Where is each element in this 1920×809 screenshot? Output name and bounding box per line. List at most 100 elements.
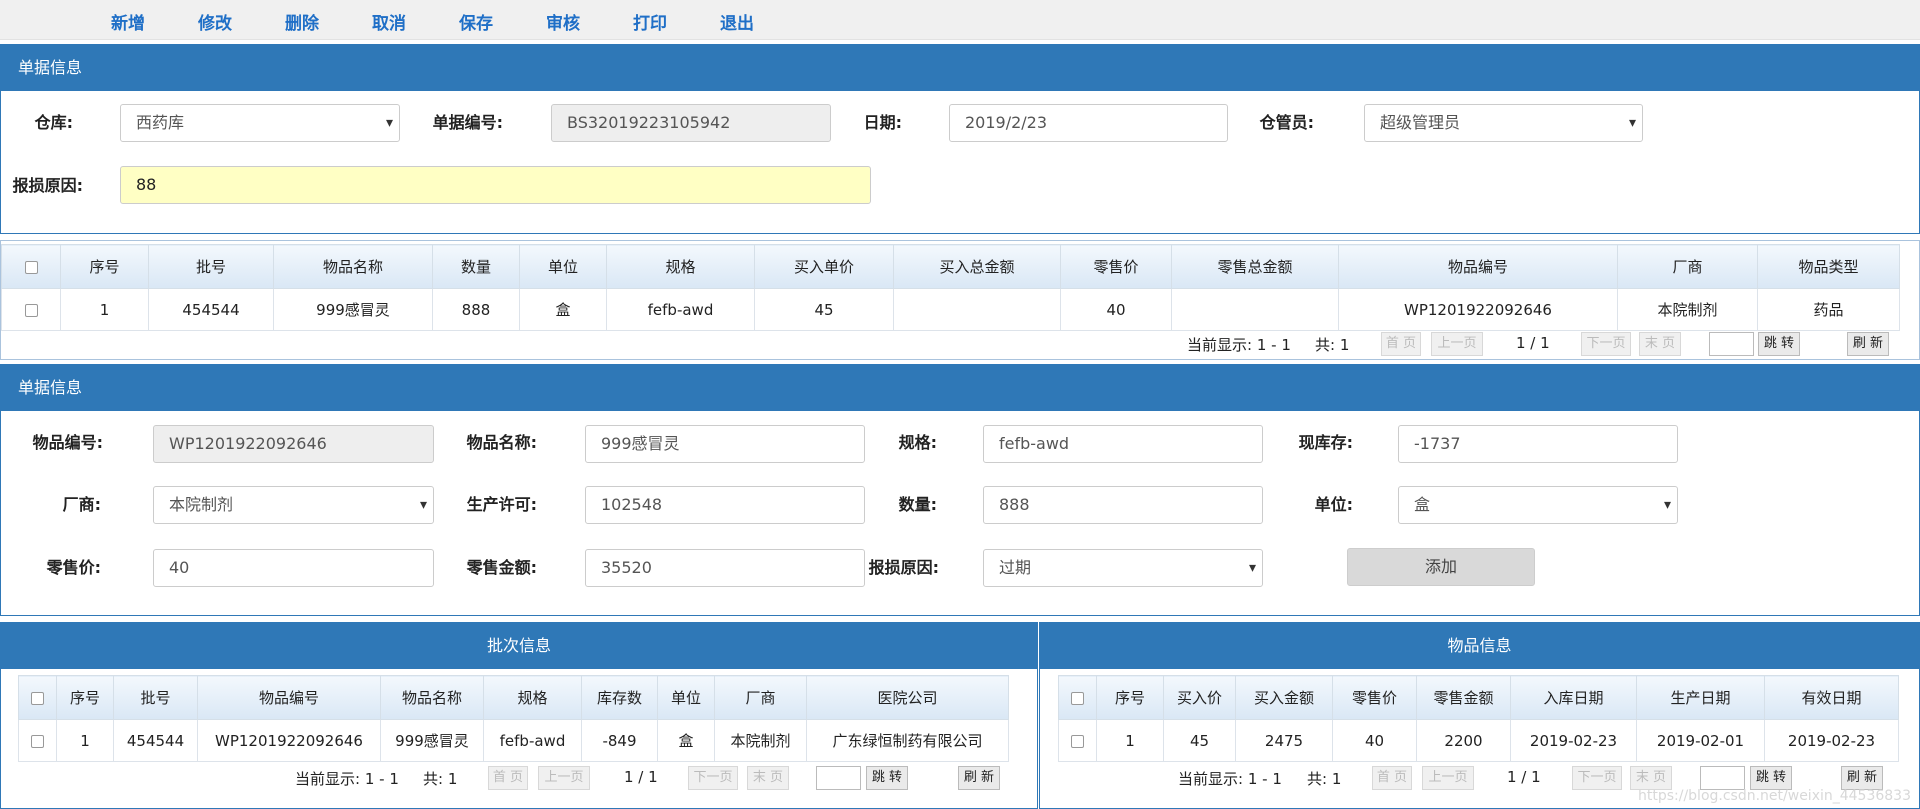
item-code-field[interactable]: WP1201922092646	[153, 425, 434, 463]
table-row[interactable]: 1 45 2475 40 2200 2019-02-23 2019-02-01 …	[1058, 719, 1899, 762]
cancel-button[interactable]: 取消	[372, 9, 406, 34]
pager-prev-button[interactable]: 上一页	[1422, 766, 1474, 790]
pager-showing: 当前显示: 1 - 1	[1178, 770, 1282, 788]
pager-first-button[interactable]: 首 页	[1372, 766, 1412, 790]
license-field[interactable]: 102548	[585, 486, 865, 524]
pager-prev-button[interactable]: 上一页	[1431, 332, 1483, 356]
pager-last-button[interactable]: 末 页	[1630, 766, 1672, 790]
table-cell: 1	[56, 719, 114, 762]
pager-jump-button[interactable]: 跳 转	[866, 766, 908, 790]
warehouse-label: 仓库:	[34, 113, 73, 132]
row-checkbox[interactable]	[31, 734, 44, 748]
date-field[interactable]: 2019/2/23	[949, 104, 1228, 142]
stock-field[interactable]: -1737	[1398, 425, 1678, 463]
row-select-cell[interactable]	[1058, 719, 1097, 762]
docno-field[interactable]: BS32019223105942	[551, 104, 831, 142]
item-name-field[interactable]: 999感冒灵	[585, 425, 865, 463]
spec-field[interactable]: fefb-awd	[983, 425, 1263, 463]
doc-info-panel: 单据信息 仓库: 西药库 单据编号: BS32019223105942 日期: …	[0, 44, 1920, 234]
pager-jump-input[interactable]	[1700, 766, 1745, 790]
select-all-checkbox[interactable]	[31, 691, 44, 705]
row-checkbox[interactable]	[1071, 734, 1084, 748]
goods-grid-header: 序号 买入价 买入金额 零售价 零售金额 入库日期 生产日期 有效日期	[1058, 675, 1899, 720]
detail-grid: 序号 批号 物品名称 数量 单位 规格 买入单价 买入总金额 零售价 零售总金额…	[1, 244, 1900, 331]
pager-jump-input[interactable]	[1709, 332, 1754, 356]
col-header: 单位	[657, 675, 715, 720]
select-all-checkbox[interactable]	[24, 260, 38, 274]
col-header: 物品编号	[1338, 244, 1618, 289]
table-cell: 1	[1096, 719, 1164, 762]
pager-next-button[interactable]: 下一页	[688, 766, 738, 790]
col-header: 物品名称	[273, 244, 433, 289]
pager-next-button[interactable]: 下一页	[1581, 332, 1631, 356]
col-header: 库存数	[581, 675, 658, 720]
keeper-select[interactable]: 超级管理员	[1364, 104, 1643, 142]
add-item-button[interactable]: 添加	[1347, 548, 1535, 586]
pager-jump-button[interactable]: 跳 转	[1758, 332, 1800, 356]
table-cell: 45	[1163, 719, 1236, 762]
table-cell: 2019-02-01	[1636, 719, 1765, 762]
keeper-label: 仓管员:	[1259, 113, 1314, 132]
select-all-cell[interactable]	[18, 675, 57, 720]
batch-grid: 序号 批号 物品编号 物品名称 规格 库存数 单位 厂商 医院公司 1 4545…	[18, 675, 1009, 762]
vendor-select[interactable]: 本院制剂	[153, 486, 434, 524]
pager-refresh-button[interactable]: 刷 新	[1847, 332, 1889, 356]
exit-button[interactable]: 退出	[720, 9, 754, 34]
price-field[interactable]: 40	[153, 549, 434, 587]
add-button[interactable]: 新增	[111, 9, 145, 34]
delete-button[interactable]: 删除	[285, 9, 319, 34]
table-cell: 2475	[1235, 719, 1333, 762]
pager-showing: 当前显示: 1 - 1	[295, 770, 399, 788]
reason-field[interactable]: 88	[120, 166, 871, 204]
pager-refresh-button[interactable]: 刷 新	[1841, 766, 1883, 790]
col-header: 序号	[1096, 675, 1164, 720]
goods-grid: 序号 买入价 买入金额 零售价 零售金额 入库日期 生产日期 有效日期 1 45…	[1058, 675, 1899, 762]
col-header: 数量	[432, 244, 520, 289]
item-reason-select[interactable]: 过期	[983, 549, 1263, 587]
pager-last-button[interactable]: 末 页	[747, 766, 789, 790]
pager-jump-button[interactable]: 跳 转	[1750, 766, 1792, 790]
unit-select[interactable]: 盒	[1398, 486, 1678, 524]
row-select-cell[interactable]	[1, 288, 61, 331]
table-row[interactable]: 1 454544 999感冒灵 888 盒 fefb-awd 45 40 WP1…	[1, 288, 1900, 331]
col-header: 规格	[483, 675, 582, 720]
pager-next-button[interactable]: 下一页	[1572, 766, 1622, 790]
select-all-cell[interactable]	[1058, 675, 1097, 720]
docno-label: 单据编号:	[432, 113, 503, 132]
detail-pager: 当前显示: 1 - 1 共: 1 首 页 上一页 1 / 1 下一页 末 页 跳…	[1181, 329, 1901, 359]
pager-prev-button[interactable]: 上一页	[538, 766, 590, 790]
table-cell: 广东绿恒制药有限公司	[806, 719, 1009, 762]
table-cell: 2200	[1416, 719, 1511, 762]
pager-first-button[interactable]: 首 页	[1381, 332, 1421, 356]
pager-refresh-button[interactable]: 刷 新	[958, 766, 1000, 790]
row-checkbox[interactable]	[24, 303, 38, 317]
edit-button[interactable]: 修改	[198, 9, 232, 34]
qty-field[interactable]: 888	[983, 486, 1263, 524]
reason-label: 报损原因:	[12, 176, 83, 195]
col-header: 有效日期	[1764, 675, 1899, 720]
pager-first-button[interactable]: 首 页	[488, 766, 528, 790]
table-row[interactable]: 1 454544 WP1201922092646 999感冒灵 fefb-awd…	[18, 719, 1009, 762]
vendor-label: 厂商:	[62, 495, 101, 514]
table-cell: -849	[581, 719, 658, 762]
select-all-cell[interactable]	[1, 244, 61, 289]
warehouse-select[interactable]: 西药库	[120, 104, 400, 142]
goods-info-panel: 物品信息 序号 买入价 买入金额 零售价 零售金额 入库日期 生产日期 有效日期…	[1039, 622, 1920, 809]
print-button[interactable]: 打印	[633, 9, 667, 34]
audit-button[interactable]: 审核	[546, 9, 580, 34]
col-header: 物品名称	[380, 675, 484, 720]
amount-field[interactable]: 35520	[585, 549, 865, 587]
col-header: 物品编号	[197, 675, 381, 720]
item-code-label: 物品编号:	[32, 433, 103, 452]
date-label: 日期:	[863, 113, 902, 132]
table-cell: fefb-awd	[483, 719, 582, 762]
pager-last-button[interactable]: 末 页	[1639, 332, 1681, 356]
row-select-cell[interactable]	[18, 719, 57, 762]
table-cell: 1	[60, 288, 149, 331]
pager-jump-input[interactable]	[816, 766, 861, 790]
select-all-checkbox[interactable]	[1071, 691, 1084, 705]
col-header: 零售总金额	[1171, 244, 1339, 289]
save-button[interactable]: 保存	[459, 9, 493, 34]
batch-info-panel: 批次信息 序号 批号 物品编号 物品名称 规格 库存数 单位 厂商 医院公司 1…	[0, 622, 1038, 809]
col-header: 买入金额	[1235, 675, 1333, 720]
